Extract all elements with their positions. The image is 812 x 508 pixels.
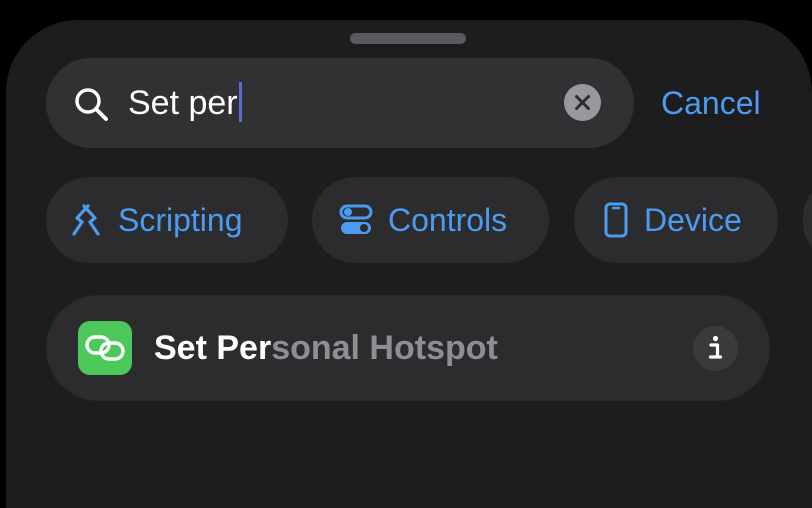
- search-icon: [75, 88, 108, 121]
- search-result-row[interactable]: Set Personal Hotspot: [46, 295, 770, 401]
- info-icon: [708, 335, 723, 359]
- result-title: Set Personal Hotspot: [154, 327, 498, 369]
- category-chip-label: Device: [644, 202, 742, 238]
- search-input[interactable]: Set per: [128, 79, 242, 127]
- clear-search-button[interactable]: [564, 84, 601, 121]
- category-chip-label: Scripting: [118, 202, 243, 238]
- search-field[interactable]: Set per: [46, 58, 634, 148]
- category-chip-label: Controls: [388, 202, 508, 238]
- category-chip-scripting[interactable]: Scripting: [46, 177, 288, 263]
- category-chip-device[interactable]: Device: [574, 177, 778, 263]
- cancel-button[interactable]: Cancel: [661, 82, 761, 124]
- scripting-icon: [72, 204, 100, 236]
- result-title-match: Set Per: [154, 329, 272, 367]
- category-chip-overflow[interactable]: [803, 177, 812, 263]
- info-button[interactable]: [693, 326, 738, 371]
- phone-icon: [604, 202, 628, 238]
- sheet-grabber[interactable]: [350, 33, 466, 44]
- category-chip-controls[interactable]: Controls: [312, 177, 549, 263]
- xmark-circle-icon: [575, 95, 590, 110]
- result-title-rest: sonal Hotspot: [271, 329, 498, 367]
- link-icon: [85, 335, 125, 361]
- text-caret: [238, 82, 242, 122]
- action-app-icon: [78, 321, 132, 375]
- toggles-icon: [339, 204, 373, 234]
- action-search-sheet: Set per Cancel Scripting Controls Device…: [6, 20, 812, 508]
